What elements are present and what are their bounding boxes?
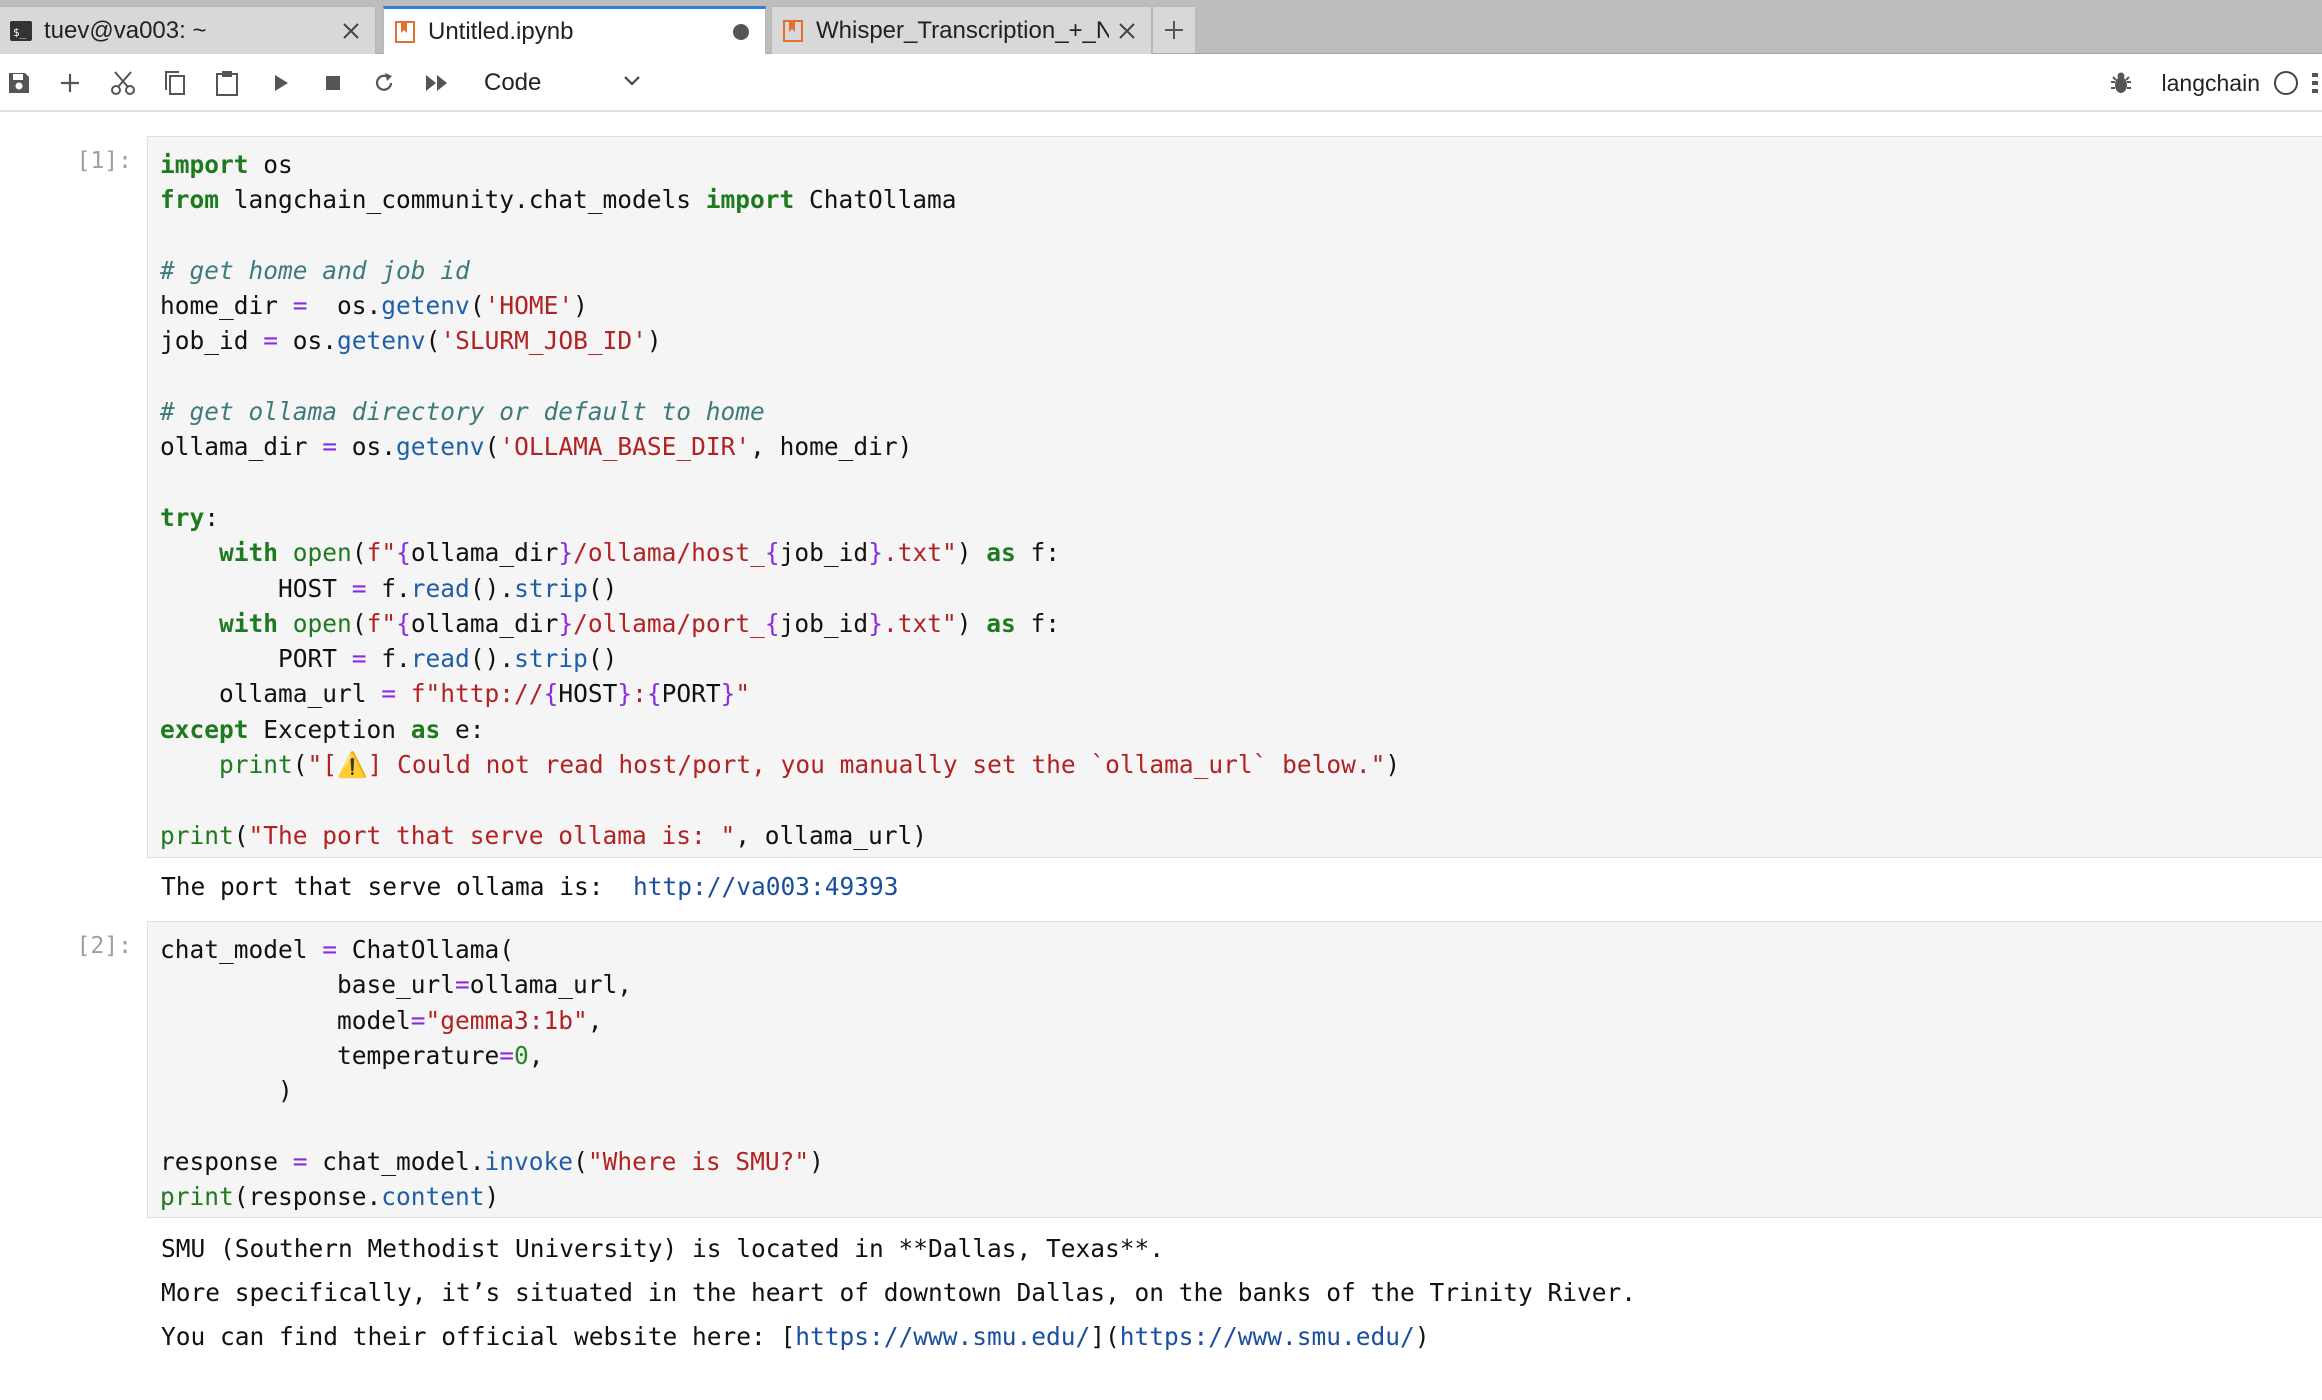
output-line: SMU (Southern Methodist University) is l…	[161, 1234, 1165, 1263]
code-line: ollama_url = f"http://{HOST}:{PORT}"	[160, 679, 751, 709]
output-line: More specifically, it’s situated in the …	[161, 1278, 1637, 1307]
run-icon	[275, 75, 288, 91]
notebook-panel: [1]: import os from langchain_community.…	[0, 114, 2322, 1400]
chevron-down-icon	[624, 76, 640, 86]
cell-type-value: Code	[484, 69, 542, 96]
tab-label: Untitled.ipynb	[428, 18, 574, 45]
terminal-icon: $_	[10, 20, 32, 41]
close-icon[interactable]	[1109, 13, 1145, 49]
new-tab-button[interactable]	[1152, 6, 1196, 53]
code-line: home_dir = os.getenv('HOME')	[160, 291, 588, 321]
insert-cell-button[interactable]	[53, 66, 87, 100]
code-line: model="gemma3:1b",	[160, 1005, 603, 1035]
output-line: The port that serve ollama is: http://va…	[161, 872, 899, 901]
save-icon	[9, 73, 29, 93]
code-editor[interactable]: import os from langchain_community.chat_…	[148, 137, 2322, 863]
restart-button[interactable]	[367, 66, 401, 100]
cell-input[interactable]: chat_model = ChatOllama( base_url=ollama…	[147, 921, 2322, 1218]
run-button[interactable]	[264, 66, 298, 100]
more-icon[interactable]	[2308, 69, 2322, 97]
cell-output: SMU (Southern Methodist University) is l…	[147, 1227, 2322, 1359]
notebook-icon	[783, 19, 803, 42]
code-line: # get home and job id	[160, 255, 470, 285]
add-icon	[61, 74, 79, 92]
cell-type-select[interactable]: Code	[484, 64, 644, 102]
code-line: with open(f"{ollama_dir}/ollama/port_{jo…	[219, 608, 1061, 638]
code-line: print("[⚠️] Could not read host/port, yo…	[219, 750, 1401, 780]
copy-icon	[165, 71, 185, 95]
tab-label: tuev@va003: ~	[44, 16, 207, 44]
code-line: ollama_dir = os.getenv('OLLAMA_BASE_DIR'…	[160, 432, 913, 462]
stop-icon	[326, 76, 340, 90]
cell-input[interactable]: import os from langchain_community.chat_…	[147, 136, 2322, 858]
code-line: PORT = f.read().strip()	[160, 644, 618, 674]
notebook-icon	[395, 21, 415, 43]
tab-whisper-notebook[interactable]: Whisper_Transcription_+_N	[771, 6, 1152, 54]
code-line: )	[160, 1076, 293, 1106]
tab-terminal[interactable]: $_ tuev@va003: ~	[0, 6, 376, 54]
fast-forward-icon	[426, 75, 447, 91]
output-line: You can find their official website here…	[161, 1322, 1430, 1351]
svg-text:$_: $_	[13, 26, 27, 39]
cell-output: The port that serve ollama is: http://va…	[147, 871, 2322, 903]
plus-icon	[1165, 21, 1183, 39]
code-line: with open(f"{ollama_dir}/ollama/host_{jo…	[219, 538, 1061, 568]
code-line: print("The port that serve ollama is: ",…	[160, 820, 928, 850]
tab-bar: $_ tuev@va003: ~ Untitled.ipynb Whisper_…	[0, 0, 2322, 55]
restart-icon	[375, 73, 393, 91]
kernel-area: langchain	[2108, 64, 2322, 102]
code-line: try:	[160, 502, 220, 532]
copy-button[interactable]	[158, 66, 192, 100]
save-button[interactable]	[2, 66, 36, 100]
cut-button[interactable]	[106, 66, 140, 100]
code-line: print(response.content)	[160, 1182, 500, 1212]
code-line: chat_model = ChatOllama(	[160, 935, 515, 964]
code-line: except Exception as e:	[160, 714, 485, 744]
code-line: from langchain_community.chat_models imp…	[160, 185, 957, 215]
run-all-button[interactable]	[420, 66, 454, 100]
cell-prompt: [2]:	[76, 933, 132, 959]
bug-icon[interactable]	[2108, 70, 2134, 96]
code-line: temperature=0,	[160, 1040, 544, 1070]
unsaved-dot-icon[interactable]	[723, 14, 759, 50]
cell-prompt: [1]:	[76, 148, 132, 174]
paste-icon	[216, 71, 238, 96]
code-line: response = chat_model.invoke("Where is S…	[160, 1146, 824, 1176]
code-line: job_id = os.getenv('SLURM_JOB_ID')	[160, 326, 662, 356]
code-line: import os	[160, 150, 293, 179]
tab-label: Whisper_Transcription_+_N	[816, 16, 1109, 44]
code-line: HOST = f.read().strip()	[160, 573, 618, 603]
cut-icon	[111, 71, 135, 95]
tab-untitled-notebook[interactable]: Untitled.ipynb	[383, 6, 766, 55]
paste-button[interactable]	[210, 66, 244, 100]
close-icon[interactable]	[333, 13, 369, 49]
notebook-toolbar: Code langchain	[0, 54, 2322, 112]
stop-button[interactable]	[316, 66, 350, 100]
code-editor[interactable]: chat_model = ChatOllama( base_url=ollama…	[148, 922, 2322, 1224]
kernel-status-icon	[2274, 71, 2298, 95]
kernel-name[interactable]: langchain	[2162, 70, 2260, 97]
code-line: base_url=ollama_url,	[160, 970, 633, 1000]
code-line: # get ollama directory or default to hom…	[160, 397, 765, 427]
